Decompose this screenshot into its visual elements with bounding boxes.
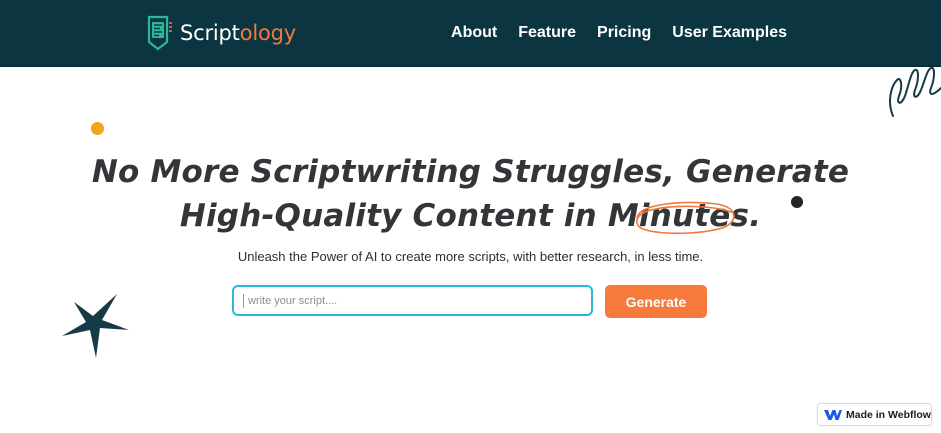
made-in-webflow-badge[interactable]: Made in Webflow [817,403,932,426]
orange-dot-icon [91,122,104,135]
headline-highlight: inutes [636,194,750,238]
headline-line-2-suffix: . [749,198,762,234]
nav-link-pricing[interactable]: Pricing [597,24,651,42]
webflow-icon [824,409,842,420]
main-nav: About Feature Pricing User Examples [451,0,787,66]
star-icon [62,294,129,358]
hero-headline: No More Scriptwriting Struggles, Generat… [0,150,941,238]
nav-link-user-examples[interactable]: User Examples [672,24,787,42]
headline-highlight-text: inutes [638,198,750,234]
headline-line-2-prefix: High-Quality Content in M [179,198,639,234]
headline-line-1: No More Scriptwriting Struggles, Generat… [91,154,850,190]
brand-name: Scriptology [180,20,297,45]
script-input[interactable] [232,285,593,316]
navbar: Scriptology About Feature Pricing User E… [0,0,941,67]
webflow-badge-label: Made in Webflow [846,408,931,421]
page: Scriptology About Feature Pricing User E… [0,0,941,433]
script-document-icon [147,15,172,51]
brand-name-part-1: Script [180,20,240,45]
nav-link-feature[interactable]: Feature [518,24,576,42]
squiggle-icon [889,66,941,117]
brand-name-part-2: ology [239,20,297,45]
logo-link[interactable]: Scriptology [143,14,296,52]
text-caret [243,294,244,308]
generate-button[interactable]: Generate [605,285,707,318]
nav-link-about[interactable]: About [451,24,497,42]
headline-line-2: High-Quality Content in Minutes . [0,194,941,238]
hero-subtitle: Unleash the Power of AI to create more s… [237,249,704,264]
